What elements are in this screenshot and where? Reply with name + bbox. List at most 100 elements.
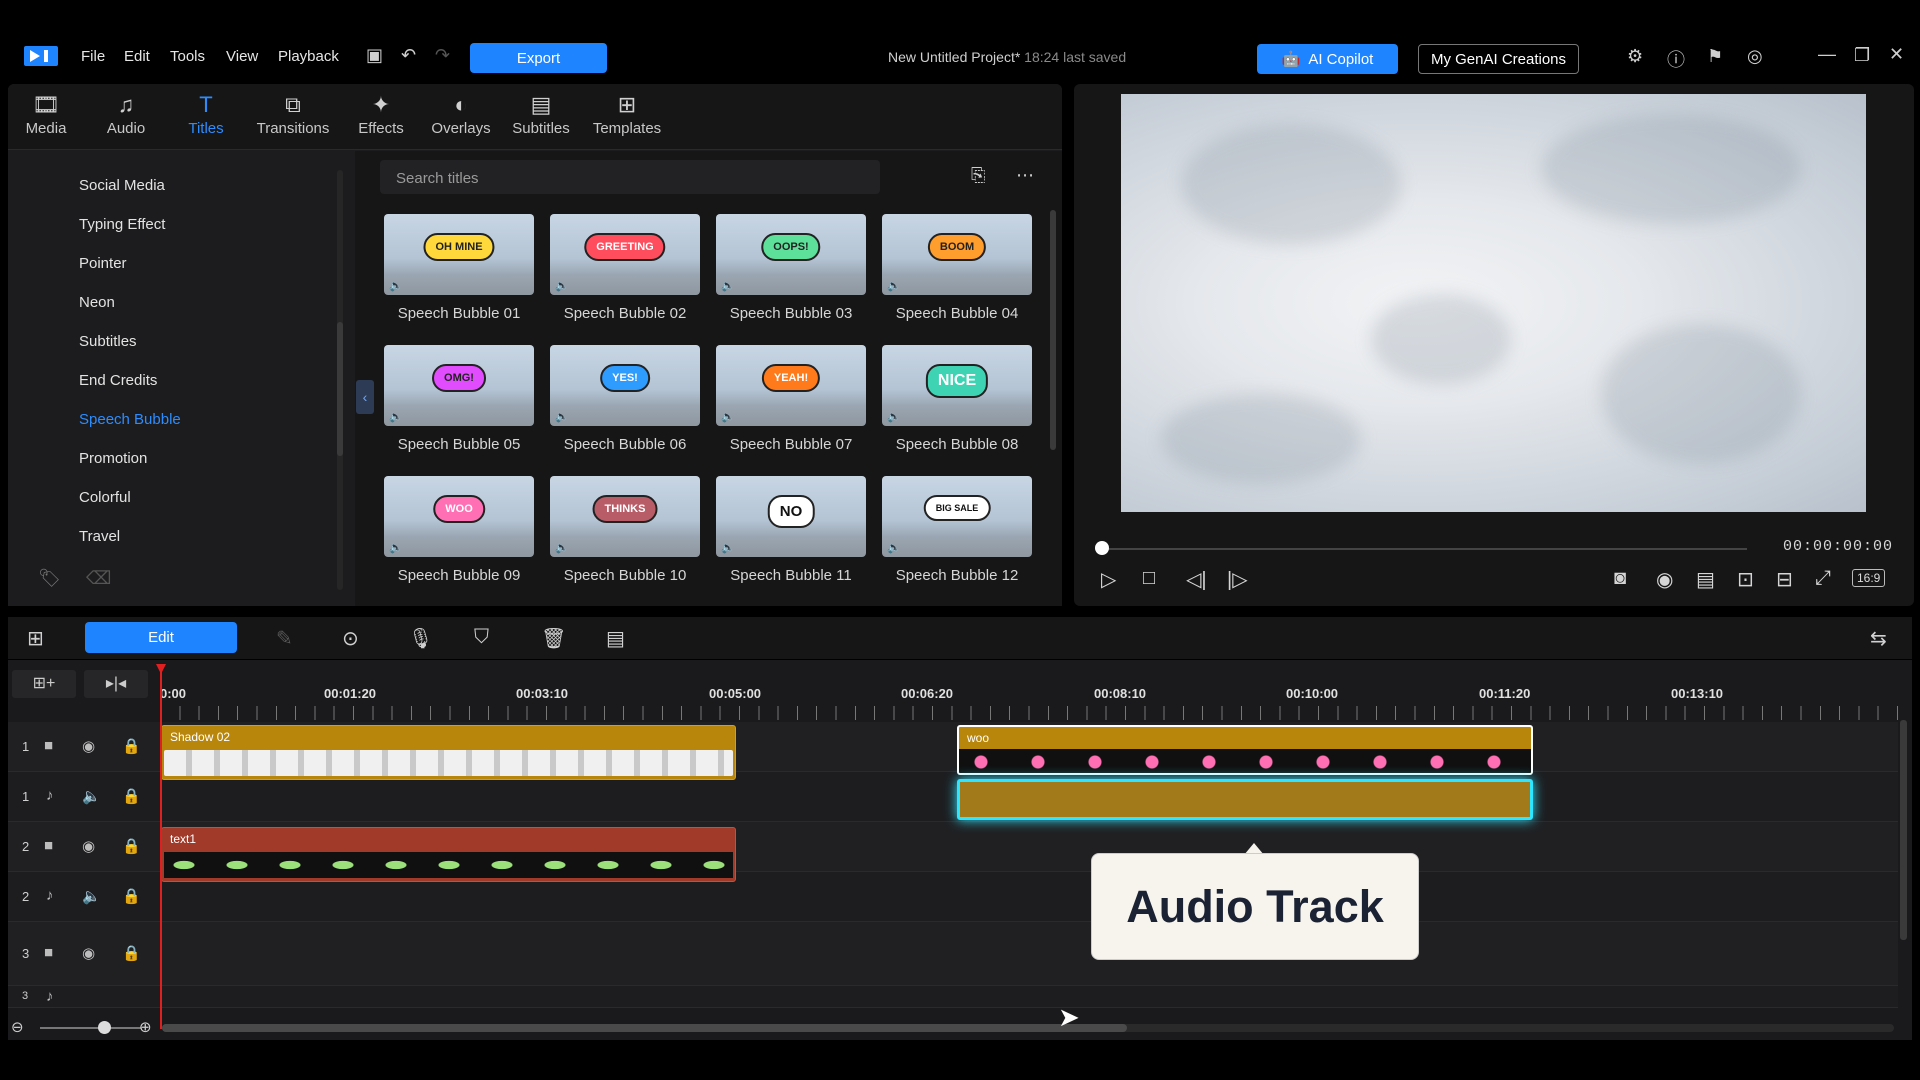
tab-overlays[interactable]: ◐ Overlays — [421, 90, 501, 137]
category-speech-bubble[interactable]: Speech Bubble — [79, 411, 181, 428]
menu-view[interactable]: View — [226, 48, 258, 65]
tab-titles[interactable]: T Titles — [166, 90, 246, 137]
ai-copilot-button[interactable]: 🤖 AI Copilot — [1257, 44, 1398, 74]
title-thumbnail[interactable]: YEAH! 🔈 — [716, 345, 866, 426]
lock-icon[interactable]: 🔒 — [122, 837, 141, 855]
my-genai-creations-button[interactable]: My GenAI Creations — [1418, 44, 1579, 74]
zoom-slider-track[interactable] — [40, 1027, 142, 1029]
visibility-eye-icon[interactable]: ◉ — [82, 837, 95, 855]
help-icon[interactable]: ⓘ — [1667, 46, 1685, 72]
title-thumbnail[interactable]: NO 🔈 — [716, 476, 866, 557]
category-travel[interactable]: Travel — [79, 528, 120, 545]
menu-edit[interactable]: Edit — [124, 48, 150, 65]
category-subtitles[interactable]: Subtitles — [79, 333, 137, 350]
storyboard-icon[interactable]: ⊞ — [27, 626, 44, 651]
lock-icon[interactable]: 🔒 — [122, 944, 141, 962]
close-icon[interactable]: ✕ — [1889, 44, 1904, 65]
add-tag-icon[interactable]: 🏷 — [38, 568, 61, 589]
preview-scrubber-handle[interactable] — [1095, 541, 1109, 555]
category-typing-effect[interactable]: Typing Effect — [79, 216, 165, 233]
category-end-credits[interactable]: End Credits — [79, 372, 157, 389]
category-pointer[interactable]: Pointer — [79, 255, 127, 272]
edit-button[interactable]: Edit — [85, 622, 237, 653]
title-thumbnail[interactable]: OH MINE 🔈 — [384, 214, 534, 295]
next-frame-icon[interactable]: |▷ — [1227, 567, 1248, 592]
lock-icon[interactable]: 🔒 — [122, 737, 141, 755]
snapshot-camera-icon[interactable]: ◙ — [1614, 567, 1626, 590]
subtitle-toggle-icon[interactable]: ▤ — [1696, 567, 1715, 592]
delete-trash-icon[interactable]: 🗑 — [541, 626, 566, 651]
preview-scrubber-track[interactable] — [1102, 548, 1747, 550]
tab-media[interactable]: 🎞 Media — [6, 90, 86, 137]
aspect-ratio-button[interactable]: 16:9 — [1852, 569, 1886, 587]
undo-icon[interactable]: ↶ — [401, 45, 416, 66]
speaker-icon[interactable]: 🔈 — [82, 887, 101, 905]
title-thumbnail[interactable]: OMG! 🔈 — [384, 345, 534, 426]
zoom-slider-handle[interactable] — [98, 1021, 111, 1034]
title-clip-text1[interactable]: text1 — [161, 827, 736, 882]
menu-playback[interactable]: Playback — [278, 48, 339, 65]
settings-gear-icon[interactable]: ⚙ — [1627, 46, 1643, 67]
category-social-media[interactable]: Social Media — [79, 177, 165, 194]
category-scrollbar[interactable] — [337, 322, 343, 456]
render-preview-icon[interactable]: ◉ — [1656, 567, 1673, 592]
play-icon[interactable]: ▷ — [1101, 567, 1116, 592]
voiceover-mic-icon[interactable]: 🎙 — [408, 626, 433, 651]
timeline-vertical-scrollbar[interactable] — [1900, 720, 1907, 940]
menu-tools[interactable]: Tools — [170, 48, 205, 65]
notification-icon[interactable]: ⚑ — [1707, 46, 1723, 67]
title-thumbnail[interactable]: THINKS 🔈 — [550, 476, 700, 557]
timeline-settings-icon[interactable]: ⇆ — [1870, 626, 1887, 651]
save-icon[interactable]: ▣ — [366, 45, 383, 66]
zoom-preview-icon[interactable]: ⊡ — [1737, 567, 1754, 592]
video-clip-shadow[interactable]: Shadow 02 — [161, 725, 736, 780]
title-thumbnail[interactable]: BOOM 🔈 — [882, 214, 1032, 295]
marker-icon[interactable]: ⛉ — [474, 626, 489, 649]
playhead-line[interactable] — [160, 664, 162, 1029]
visibility-eye-icon[interactable]: ◉ — [82, 737, 95, 755]
export-button[interactable]: Export — [470, 43, 607, 73]
title-clip-woo[interactable]: woo — [957, 725, 1533, 775]
menu-file[interactable]: File — [81, 48, 105, 65]
more-options-icon[interactable]: ⋯ — [1016, 165, 1034, 186]
pen-tool-icon[interactable]: ✎ — [276, 626, 293, 651]
title-thumbnail[interactable]: GREETING 🔈 — [550, 214, 700, 295]
title-thumbnail[interactable]: BIG SALE 🔈 — [882, 476, 1032, 557]
title-thumbnail[interactable]: OOPS! 🔈 — [716, 214, 866, 295]
title-thumbnail[interactable]: NICE 🔈 — [882, 345, 1032, 426]
account-icon[interactable]: ◎ — [1747, 46, 1763, 67]
collapse-left-icon[interactable]: ‹ — [356, 380, 374, 414]
layout-icon[interactable]: ⊟ — [1776, 567, 1793, 592]
minimize-icon[interactable]: — — [1818, 44, 1836, 65]
maximize-icon[interactable]: ❐ — [1854, 45, 1870, 66]
stop-icon[interactable]: □ — [1143, 567, 1155, 590]
fullscreen-icon[interactable]: ⤢ — [1815, 567, 1831, 590]
category-neon[interactable]: Neon — [79, 294, 115, 311]
add-track-icon[interactable]: ⊞+ — [12, 670, 76, 698]
visibility-eye-icon[interactable]: ◉ — [82, 944, 95, 962]
redo-icon[interactable]: ↷ — [435, 45, 450, 66]
title-thumbnail[interactable]: WOO 🔈 — [384, 476, 534, 557]
tab-subtitles[interactable]: ▤ Subtitles — [501, 90, 581, 137]
remove-tag-icon[interactable]: ⌫ — [86, 568, 111, 589]
zoom-in-icon[interactable]: ⊕ — [139, 1018, 152, 1036]
tab-effects[interactable]: ✦ Effects — [341, 90, 421, 137]
search-input[interactable]: Search titles — [380, 160, 880, 194]
tab-audio[interactable]: ♫ Audio — [86, 90, 166, 137]
category-promotion[interactable]: Promotion — [79, 450, 147, 467]
category-colorful[interactable]: Colorful — [79, 489, 131, 506]
speed-check-icon[interactable]: ⊙ — [342, 626, 359, 651]
timeline-horizontal-scrollbar[interactable] — [162, 1024, 1127, 1032]
lock-icon[interactable]: 🔒 — [122, 787, 141, 805]
tab-transitions[interactable]: ⧉ Transitions — [253, 90, 333, 137]
previous-frame-icon[interactable]: ◁| — [1186, 567, 1207, 592]
tab-templates[interactable]: ⊞ Templates — [587, 90, 667, 137]
clip-info-icon[interactable]: ▤ — [606, 626, 625, 651]
audio-clip-highlighted[interactable] — [957, 779, 1533, 820]
lock-icon[interactable]: 🔒 — [122, 887, 141, 905]
fit-timeline-icon[interactable]: ▸|◂ — [84, 670, 148, 698]
zoom-out-icon[interactable]: ⊖ — [11, 1018, 24, 1036]
grid-scrollbar[interactable] — [1050, 210, 1056, 450]
import-icon[interactable]: ⎘ — [971, 165, 985, 186]
speaker-icon[interactable]: 🔈 — [82, 787, 101, 805]
